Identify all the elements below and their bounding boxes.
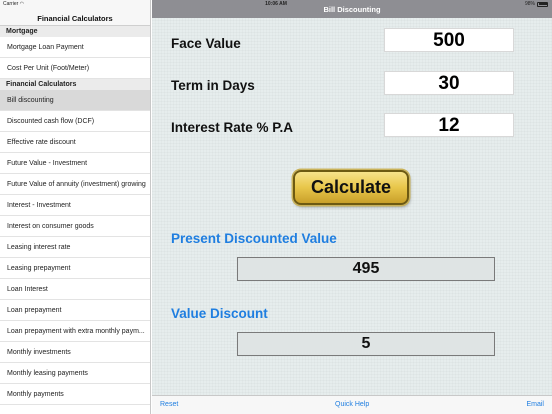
sidebar-item-future-value-investment[interactable]: Future Value - Investment bbox=[0, 153, 150, 174]
sidebar-item-interest-investment[interactable]: Interest - Investment bbox=[0, 195, 150, 216]
sidebar-item-monthly-leasing-payments[interactable]: Monthly leasing payments bbox=[0, 363, 150, 384]
sidebar-item-loan-prepayment[interactable]: Loan prepayment bbox=[0, 300, 150, 321]
sidebar-item-dcf[interactable]: Discounted cash flow (DCF) bbox=[0, 111, 150, 132]
face-value-input[interactable]: 500 bbox=[384, 28, 514, 52]
interest-rate-label: Interest Rate % P.A bbox=[171, 120, 294, 135]
calculate-button[interactable]: Calculate bbox=[293, 170, 409, 205]
value-discount-label: Value Discount bbox=[171, 306, 268, 321]
sidebar-item-leasing-interest-rate[interactable]: Leasing interest rate bbox=[0, 237, 150, 258]
sidebar-item-loan-prepayment-extra[interactable]: Loan prepayment with extra monthly paym.… bbox=[0, 321, 150, 342]
sidebar-item-future-value-annuity[interactable]: Future Value of annuity (investment) gro… bbox=[0, 174, 150, 195]
sidebar-item-leasing-prepayment[interactable]: Leasing prepayment bbox=[0, 258, 150, 279]
section-header-mortgage: Mortgage bbox=[0, 26, 150, 37]
detail-pane: Bill Discounting Face Value 500 Term in … bbox=[152, 0, 552, 414]
value-discount-output: 5 bbox=[237, 332, 495, 356]
sidebar-item-effective-rate-discount[interactable]: Effective rate discount bbox=[0, 132, 150, 153]
sidebar-item-mortgage-loan-payment[interactable]: Mortgage Loan Payment bbox=[0, 37, 150, 58]
battery-icon bbox=[537, 1, 548, 7]
battery-percent: 98% bbox=[524, 1, 535, 7]
sidebar-item-monthly-payments[interactable]: Monthly payments bbox=[0, 384, 150, 405]
present-discounted-value-label: Present Discounted Value bbox=[171, 231, 337, 246]
interest-rate-input[interactable]: 12 bbox=[384, 113, 514, 137]
email-button[interactable]: Email bbox=[526, 401, 544, 408]
term-days-input[interactable]: 30 bbox=[384, 71, 514, 95]
present-discounted-value-output: 495 bbox=[237, 257, 495, 281]
sidebar-item-interest-consumer-goods[interactable]: Interest on consumer goods bbox=[0, 216, 150, 237]
clock: 10:06 AM bbox=[265, 1, 287, 7]
sidebar: Financial Calculators Mortgage Mortgage … bbox=[0, 0, 151, 414]
term-days-label: Term in Days bbox=[171, 78, 255, 93]
section-header-financial-calculators: Financial Calculators bbox=[0, 79, 150, 90]
sidebar-item-loan-interest[interactable]: Loan Interest bbox=[0, 279, 150, 300]
bottom-toolbar: Reset Quick Help Email bbox=[152, 395, 552, 414]
reset-button[interactable]: Reset bbox=[160, 401, 178, 408]
face-value-label: Face Value bbox=[171, 36, 241, 51]
sidebar-item-cost-per-unit[interactable]: Cost Per Unit (Foot/Meter) bbox=[0, 58, 150, 79]
battery-indicator: 98% bbox=[525, 1, 548, 7]
sidebar-item-bill-discounting[interactable]: Bill discounting bbox=[0, 90, 150, 111]
quick-help-button[interactable]: Quick Help bbox=[335, 401, 369, 408]
status-bar: Carrier ◠ 10:06 AM 98% bbox=[0, 0, 552, 9]
sidebar-item-monthly-investments[interactable]: Monthly investments bbox=[0, 342, 150, 363]
